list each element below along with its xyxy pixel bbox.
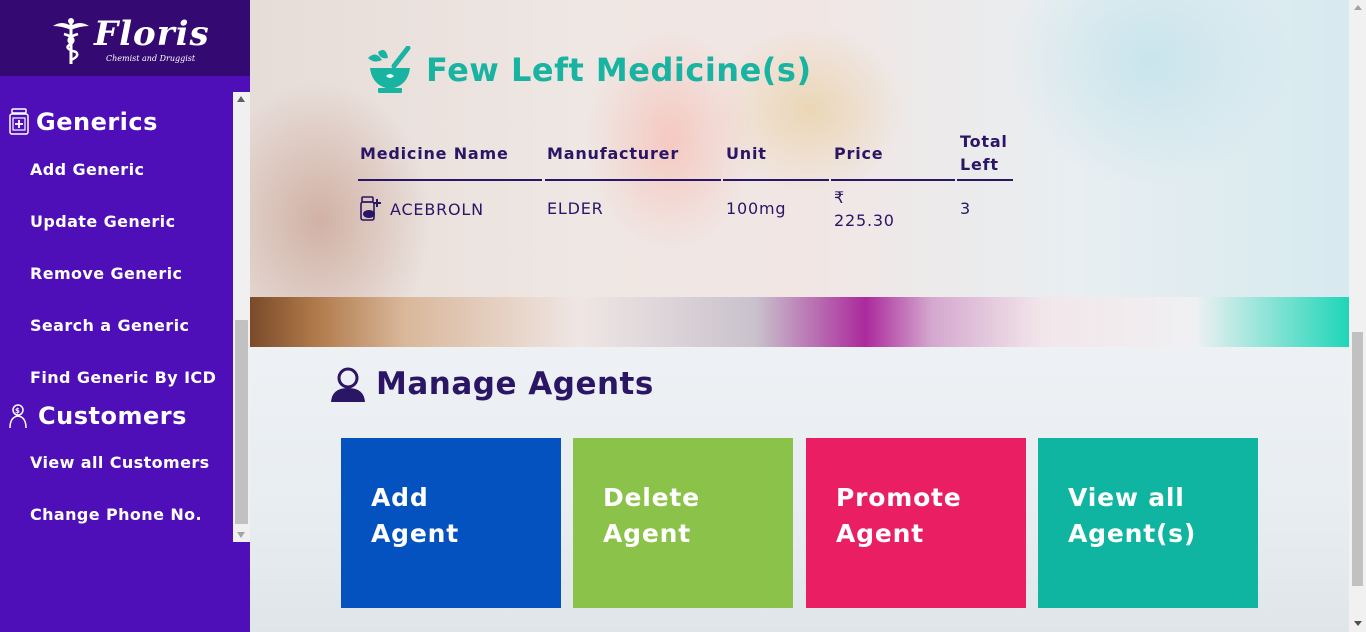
tile-label: Agent [371,519,459,548]
view-all-agents-button[interactable]: View all Agent(s) [1038,438,1258,608]
header-price: Price [834,144,884,163]
section-title: Customers [38,402,187,430]
logo-bar: Floris Chemist and Druggist [0,0,250,76]
sidebar-scrollbar[interactable] [233,92,250,542]
medicine-header: Few Left Medicine(s) [364,46,812,94]
cell-price-currency: ₹ [834,188,845,207]
agents-header: Manage Agents [330,366,654,402]
cell-medicine-name: ACEBROLN [390,200,484,219]
sidebar-item-search-generic[interactable]: Search a Generic [30,316,189,335]
scroll-up-arrow-icon[interactable] [1354,5,1362,10]
svg-text:$: $ [15,407,20,415]
tile-label: Agent [603,519,691,548]
medicine-jar-icon [9,108,29,135]
scrollbar-thumb[interactable] [1352,332,1363,586]
header-medicine-name: Medicine Name [360,144,509,163]
header-total-left-line1: Total [960,132,1008,151]
scrollbar-thumb[interactable] [235,320,248,524]
tile-label: Add [371,483,429,512]
sidebar: Floris Chemist and Druggist Generics Add… [0,0,250,632]
header-total-left: Total Left [960,130,1008,176]
tile-label: Agent(s) [1068,519,1197,548]
tile-label: View all [1068,483,1185,512]
brand-logo[interactable]: Floris Chemist and Druggist [50,10,209,66]
delete-agent-button[interactable]: Delete Agent [573,438,793,608]
scroll-down-arrow-icon[interactable] [237,532,245,538]
header-underline [545,179,721,181]
cell-total-left: 3 [960,199,971,218]
main-content: Few Left Medicine(s) Medicine Name Manuf… [250,0,1349,632]
header-underline [957,179,1013,181]
brand-name: Floris [94,14,210,54]
agents-title: Manage Agents [376,366,654,402]
tile-label: Agent [836,519,924,548]
user-icon [331,367,365,402]
background-strip [250,297,1349,347]
sidebar-item-find-generic-icd[interactable]: Find Generic By ICD [30,368,216,387]
customer-icon: $ [9,404,27,429]
sidebar-item-add-generic[interactable]: Add Generic [30,160,144,179]
sidebar-item-change-phone[interactable]: Change Phone No. [30,505,202,524]
medicine-title: Few Left Medicine(s) [426,51,812,89]
header-total-left-line2: Left [960,155,999,174]
section-title: Generics [36,108,158,136]
caduceus-icon [53,18,89,64]
tile-label: Delete [603,483,700,512]
brand-tagline: Chemist and Druggist [106,54,196,63]
sidebar-item-update-generic[interactable]: Update Generic [30,212,175,231]
pills-icon [360,196,381,221]
section-generics: Generics [8,108,158,136]
header-underline [358,179,542,181]
cell-price-value: 225.30 [834,211,895,230]
header-underline [831,179,955,181]
page-scrollbar[interactable] [1349,0,1366,632]
section-customers: $ Customers [8,402,187,430]
sidebar-menu: Generics Add Generic Update Generic Remo… [0,92,233,542]
cell-price: ₹ 225.30 [834,186,895,232]
tile-label: Promote [836,483,962,512]
scroll-up-arrow-icon[interactable] [237,96,245,102]
cell-manufacturer: ELDER [547,199,604,218]
sidebar-item-view-customers[interactable]: View all Customers [30,453,210,472]
mortar-pestle-icon [368,46,411,93]
header-unit: Unit [726,144,767,163]
header-manufacturer: Manufacturer [547,144,680,163]
cell-unit: 100mg [726,199,787,218]
sidebar-item-remove-generic[interactable]: Remove Generic [30,264,182,283]
header-underline [723,179,829,181]
add-agent-button[interactable]: Add Agent [341,438,561,608]
promote-agent-button[interactable]: Promote Agent [806,438,1026,608]
scroll-down-arrow-icon[interactable] [1354,621,1362,626]
